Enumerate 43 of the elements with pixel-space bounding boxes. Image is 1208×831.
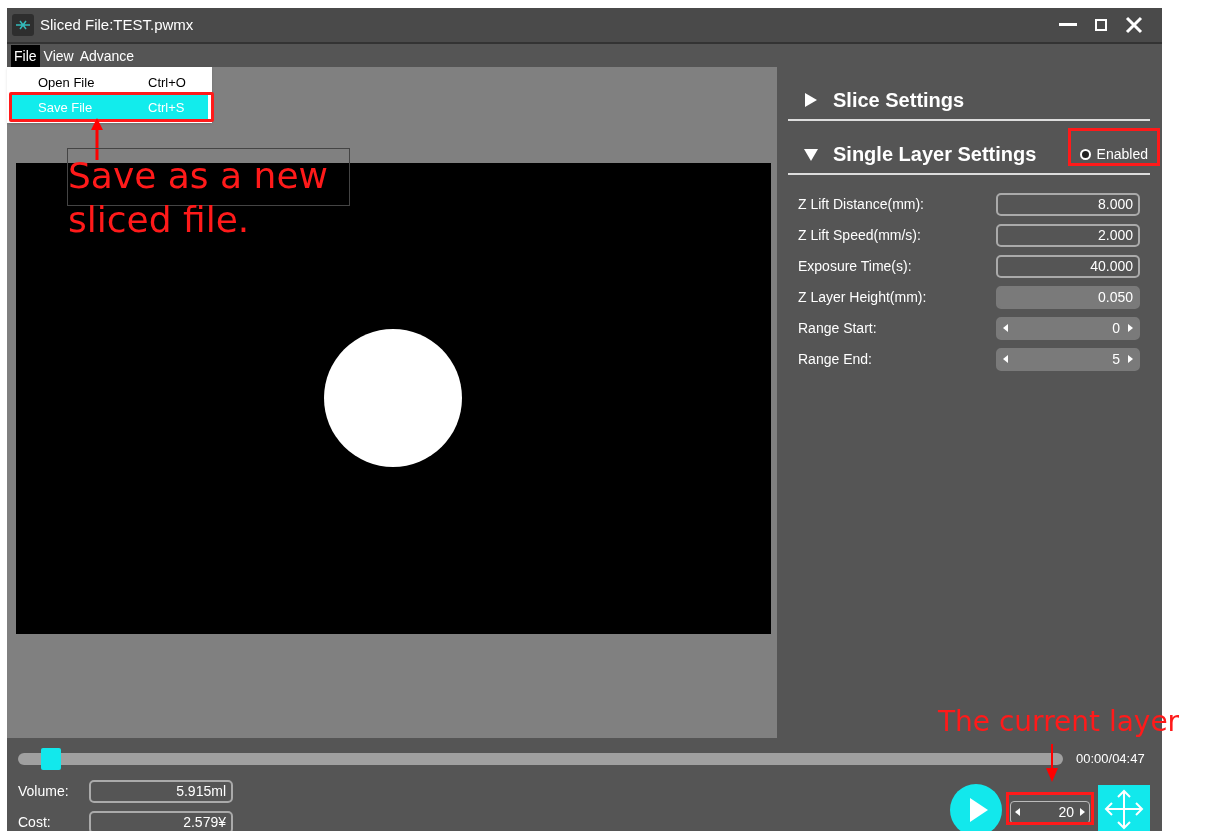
stat-label: Volume:: [18, 782, 70, 801]
left-arrow-icon[interactable]: [1003, 324, 1008, 332]
slider-thumb[interactable]: [41, 747, 61, 770]
collapsed-triangle-icon[interactable]: [804, 93, 818, 107]
section-title[interactable]: Single Layer Settings: [833, 139, 1037, 169]
menu-item[interactable]: View: [41, 44, 76, 67]
section-title[interactable]: Slice Settings: [833, 85, 965, 115]
right-arrow-icon[interactable]: [1128, 355, 1133, 363]
number-field[interactable]: 8.000: [996, 192, 1140, 216]
field-label: Range Start:: [798, 318, 877, 338]
right-arrow-icon[interactable]: [1080, 808, 1085, 816]
readout-field: 5.915ml: [89, 780, 233, 803]
maximize-icon[interactable]: [1095, 19, 1107, 31]
annotation-text: Save as a new sliced file.: [68, 154, 329, 242]
annotation-arrow: [1046, 744, 1058, 782]
field-label: Exposure Time(s):: [798, 256, 912, 276]
spin-box[interactable]: 5: [996, 347, 1140, 371]
left-arrow-icon[interactable]: [1015, 808, 1020, 816]
stat-label: Cost:: [18, 813, 52, 831]
app-icon: [12, 14, 34, 36]
field-label: Z Layer Height(mm):: [798, 287, 927, 307]
field-label: Z Lift Speed(mm/s):: [798, 225, 921, 245]
window-title: Sliced File:TEST.pwmx: [40, 14, 194, 35]
menu-item[interactable]: Advance: [77, 44, 137, 67]
number-field: 0.050: [996, 285, 1140, 309]
field-label: Range End:: [798, 349, 872, 369]
play-button[interactable]: [950, 783, 1002, 831]
annotation-arrow: [91, 118, 103, 160]
expanded-triangle-icon[interactable]: [804, 147, 818, 161]
left-arrow-icon[interactable]: [1003, 355, 1008, 363]
minimize-icon[interactable]: [1059, 23, 1077, 27]
move-button[interactable]: [1098, 784, 1150, 831]
number-field[interactable]: 40.000: [996, 254, 1140, 278]
field-label: Z Lift Distance(mm):: [798, 194, 924, 214]
readout-field: 2.579¥: [89, 811, 233, 831]
number-field[interactable]: 2.000: [996, 223, 1140, 247]
spin-box[interactable]: 0: [996, 316, 1140, 340]
close-icon[interactable]: [1125, 16, 1143, 34]
time-readout: 00:00/04:47: [1076, 750, 1145, 768]
menu-item[interactable]: File: [11, 44, 40, 67]
layer-spinbox[interactable]: 20: [1010, 800, 1090, 824]
right-arrow-icon[interactable]: [1128, 324, 1133, 332]
enabled-radio[interactable]: Enabled: [1079, 143, 1148, 165]
